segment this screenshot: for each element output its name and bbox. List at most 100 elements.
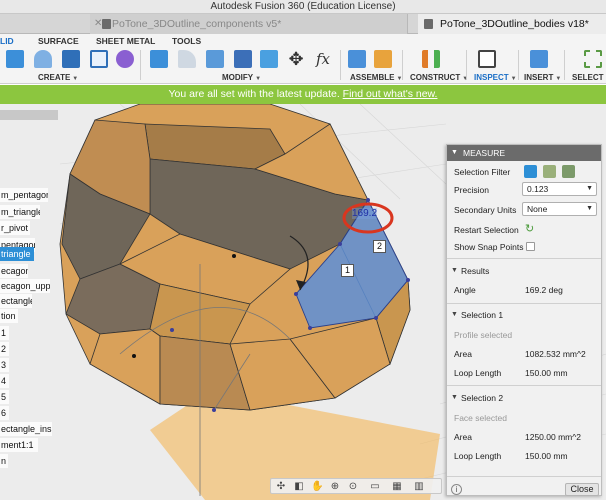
grid-settings-icon[interactable]: ▦ bbox=[391, 481, 403, 492]
move-icon[interactable]: ✥ bbox=[287, 50, 305, 68]
look-at-icon[interactable]: ◧ bbox=[293, 481, 305, 492]
new-component-icon[interactable] bbox=[6, 50, 24, 68]
parameters-icon[interactable]: fx bbox=[314, 50, 332, 68]
insert-image-icon[interactable] bbox=[530, 50, 548, 68]
browser-item[interactable]: ectangle_inside bbox=[0, 422, 52, 436]
restart-selection-label: Restart Selection bbox=[454, 225, 519, 235]
precision-dropdown[interactable]: 0.123 ▼ bbox=[522, 182, 597, 196]
ribbon-divider bbox=[402, 50, 403, 80]
combine-icon[interactable] bbox=[260, 50, 278, 68]
collapse-icon[interactable]: ▼ bbox=[451, 145, 458, 161]
close-button[interactable]: Close bbox=[565, 483, 599, 496]
results-section-header[interactable]: ▼ Results bbox=[451, 265, 489, 277]
chevron-down-icon: ▼ bbox=[586, 185, 593, 192]
fit-icon[interactable]: ⊙ bbox=[347, 481, 359, 492]
shell-icon[interactable] bbox=[234, 50, 252, 68]
browser-item[interactable]: 6 bbox=[0, 406, 9, 420]
document-tab-bodies[interactable]: PoTone_3DOutline_bodies v18* bbox=[418, 14, 606, 34]
filter-face-icon[interactable] bbox=[543, 165, 556, 178]
zoom-icon[interactable]: ⊕ bbox=[329, 481, 341, 492]
create-menu[interactable]: CREATE ▼ bbox=[38, 73, 78, 82]
filter-body-icon[interactable] bbox=[524, 165, 537, 178]
browser-item[interactable]: tion bbox=[0, 309, 18, 323]
angle-readout: 169.2 bbox=[352, 208, 378, 219]
document-icon bbox=[102, 19, 111, 29]
selection-1-section-header[interactable]: ▼ Selection 1 bbox=[451, 309, 503, 321]
filter-edge-icon[interactable] bbox=[562, 165, 575, 178]
restart-selection-icon[interactable]: ↻ bbox=[525, 223, 534, 235]
press-pull-icon[interactable] bbox=[150, 50, 168, 68]
selection-1-loop-length-value: 150.00 mm bbox=[525, 368, 568, 378]
selection-2-type: Face selected bbox=[454, 413, 507, 423]
offset-plane-icon[interactable] bbox=[422, 50, 440, 68]
pan-icon[interactable]: ✋ bbox=[311, 481, 323, 492]
measure-dialog: ▼ MEASURE Selection Filter Precision 0.1… bbox=[446, 144, 602, 496]
document-tab-bar: ✕ PoTone_3DOutline_components v5* PoTone… bbox=[0, 14, 606, 34]
selection-2-loop-length-value: 150.00 mm bbox=[525, 451, 568, 461]
chamfer-icon[interactable] bbox=[206, 50, 224, 68]
inspect-menu[interactable]: INSPECT ▼ bbox=[474, 73, 517, 82]
selection-2-loop-length-label: Loop Length bbox=[454, 451, 502, 461]
viewports-icon[interactable]: ▥ bbox=[413, 481, 425, 492]
ribbon-tab-tools[interactable]: TOOLS bbox=[172, 35, 201, 47]
new-component-assemble-icon[interactable] bbox=[348, 50, 366, 68]
selection-1-callout: 1 bbox=[341, 264, 354, 277]
extrude-icon[interactable] bbox=[34, 50, 52, 68]
browser-item[interactable]: m_triangle bbox=[0, 205, 40, 219]
select-menu[interactable]: SELECT▼ bbox=[572, 73, 606, 82]
measure-dialog-title: MEASURE bbox=[463, 148, 506, 158]
angle-value: 169.2 deg bbox=[525, 285, 563, 295]
browser-item[interactable]: ectangle bbox=[0, 294, 32, 308]
secondary-units-dropdown[interactable]: None ▼ bbox=[522, 202, 597, 216]
measure-dialog-header[interactable]: ▼ MEASURE bbox=[447, 145, 601, 161]
select-box-icon[interactable] bbox=[584, 50, 602, 68]
selection-2-area-value: 1250.00 mm^2 bbox=[525, 432, 581, 442]
sweep-icon[interactable] bbox=[90, 50, 108, 68]
ribbon-tab-surface[interactable]: SURFACE bbox=[38, 35, 79, 47]
collapse-icon: ▼ bbox=[451, 394, 458, 401]
ribbon-divider bbox=[340, 50, 341, 80]
browser-item[interactable]: r_pivot bbox=[0, 221, 30, 235]
browser-item[interactable]: ecagon_upper bbox=[0, 279, 50, 293]
whats-new-link[interactable]: Find out what's new. bbox=[343, 88, 438, 100]
browser-item[interactable]: n bbox=[0, 454, 8, 468]
update-banner-text: You are all set with the latest update. bbox=[168, 88, 340, 100]
measure-icon[interactable] bbox=[478, 50, 496, 68]
selection-1-loop-length-label: Loop Length bbox=[454, 368, 502, 378]
show-snap-points-checkbox[interactable] bbox=[526, 242, 535, 251]
ribbon-tab-sheet-metal[interactable]: SHEET METAL bbox=[96, 35, 155, 47]
dialog-divider bbox=[447, 476, 601, 477]
update-banner: You are all set with the latest update. … bbox=[0, 85, 606, 104]
browser-item-selected[interactable]: triangle bbox=[0, 247, 34, 261]
modify-menu[interactable]: MODIFY ▼ bbox=[222, 73, 261, 82]
show-snap-points-label: Show Snap Points bbox=[454, 242, 524, 252]
ribbon-divider bbox=[140, 50, 141, 80]
info-icon[interactable]: i bbox=[451, 484, 462, 495]
vertex-dot bbox=[132, 354, 136, 358]
insert-menu[interactable]: INSERT ▼ bbox=[524, 73, 561, 82]
browser-item[interactable]: 2 bbox=[0, 342, 9, 356]
revolve-icon[interactable] bbox=[62, 50, 80, 68]
browser-item[interactable]: ment1:1 bbox=[0, 438, 38, 452]
form-icon[interactable] bbox=[116, 50, 134, 68]
browser-item[interactable]: 4 bbox=[0, 374, 9, 388]
selection-2-section-header[interactable]: ▼ Selection 2 bbox=[451, 392, 503, 404]
display-settings-icon[interactable]: ▭ bbox=[369, 481, 381, 492]
selection-2-area-label: Area bbox=[454, 432, 472, 442]
fillet-icon[interactable] bbox=[178, 50, 196, 68]
collapse-icon: ▼ bbox=[451, 311, 458, 318]
navigation-toolbar: ✣ ◧ ✋ ⊕ ⊙ ▭ ▦ ▥ bbox=[270, 478, 442, 494]
browser-item[interactable]: 5 bbox=[0, 390, 9, 404]
ribbon-tab-solid[interactable]: LID bbox=[0, 35, 14, 47]
document-tab-components[interactable]: ✕ PoTone_3DOutline_components v5* bbox=[90, 14, 408, 34]
dialog-divider bbox=[447, 303, 601, 304]
orbit-icon[interactable]: ✣ bbox=[275, 481, 287, 492]
construct-menu[interactable]: CONSTRUCT▼ bbox=[410, 73, 468, 82]
joint-icon[interactable] bbox=[374, 50, 392, 68]
browser-item[interactable]: 3 bbox=[0, 358, 9, 372]
browser-item[interactable]: m_pentagon bbox=[0, 188, 48, 202]
browser-item[interactable]: 1 bbox=[0, 326, 9, 340]
browser-item[interactable]: ecagon bbox=[0, 264, 28, 278]
assemble-menu[interactable]: ASSEMBLE ▼ bbox=[350, 73, 402, 82]
selection-2-callout: 2 bbox=[373, 240, 386, 253]
